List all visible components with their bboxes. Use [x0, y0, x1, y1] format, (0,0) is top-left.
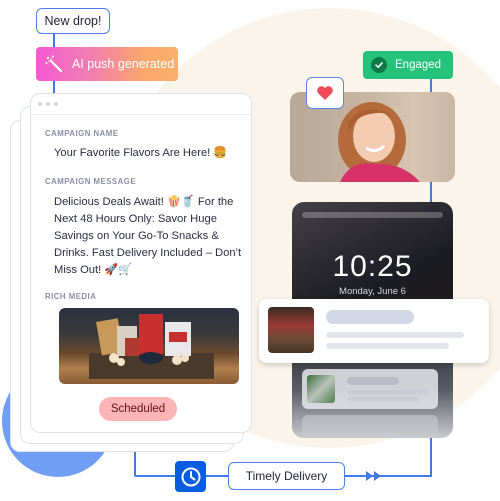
notification-thumbnail	[307, 375, 335, 403]
engaged-label: Engaged	[395, 59, 442, 71]
snack-basket-illustration	[89, 314, 214, 379]
connector-line	[345, 475, 430, 477]
campaign-message-value: Delicious Deals Await! 🍿🥤 For the Next 4…	[54, 196, 242, 276]
campaign-card: CAMPAIGN NAME Your Favorite Flavors Are …	[30, 93, 252, 433]
magic-wand-icon	[45, 55, 63, 73]
connector-line	[134, 475, 176, 477]
window-dot	[38, 102, 42, 106]
skeleton-title	[326, 310, 414, 324]
status-bar	[302, 212, 443, 218]
clock-icon	[181, 467, 200, 486]
lockscreen-time: 10:25	[332, 250, 413, 283]
timely-delivery-tag: Timely Delivery	[228, 462, 345, 490]
new-drop-tag: New drop!	[36, 8, 110, 34]
campaign-name-value: Your Favorite Flavors Are Here! 🍔	[54, 147, 228, 159]
card-titlebar	[31, 94, 251, 115]
notification-thumbnail	[268, 307, 314, 353]
campaign-message-label: CAMPAIGN MESSAGE	[45, 177, 137, 186]
skeleton-line	[326, 343, 449, 349]
scheduled-status-badge: Scheduled	[99, 397, 177, 421]
ai-push-tag: AI push generated	[36, 47, 178, 81]
check-circle-icon	[371, 57, 387, 73]
ai-push-label: AI push generated	[72, 57, 175, 71]
fast-forward-arrows-icon	[366, 471, 381, 481]
engaged-tag: Engaged	[363, 51, 453, 79]
heart-icon	[317, 86, 333, 100]
window-dot	[54, 102, 58, 106]
skeleton-title	[347, 377, 399, 385]
skeleton-line	[347, 390, 429, 394]
rich-media-label: RICH MEDIA	[45, 292, 97, 301]
reaction-badge	[306, 77, 344, 109]
delivery-clock-badge	[175, 461, 206, 492]
campaign-name-label: CAMPAIGN NAME	[45, 129, 119, 138]
connector-line	[430, 436, 432, 477]
push-notification[interactable]	[259, 299, 489, 363]
skeleton-line	[347, 397, 419, 401]
skeleton-line	[326, 332, 464, 338]
connector-line	[53, 34, 55, 48]
connector-line	[206, 475, 228, 477]
notification-secondary[interactable]	[302, 369, 438, 409]
lockscreen-date: Monday, June 6	[339, 286, 406, 297]
rich-media-image	[59, 308, 239, 384]
window-dot	[46, 102, 50, 106]
notification-tertiary[interactable]	[302, 415, 438, 437]
